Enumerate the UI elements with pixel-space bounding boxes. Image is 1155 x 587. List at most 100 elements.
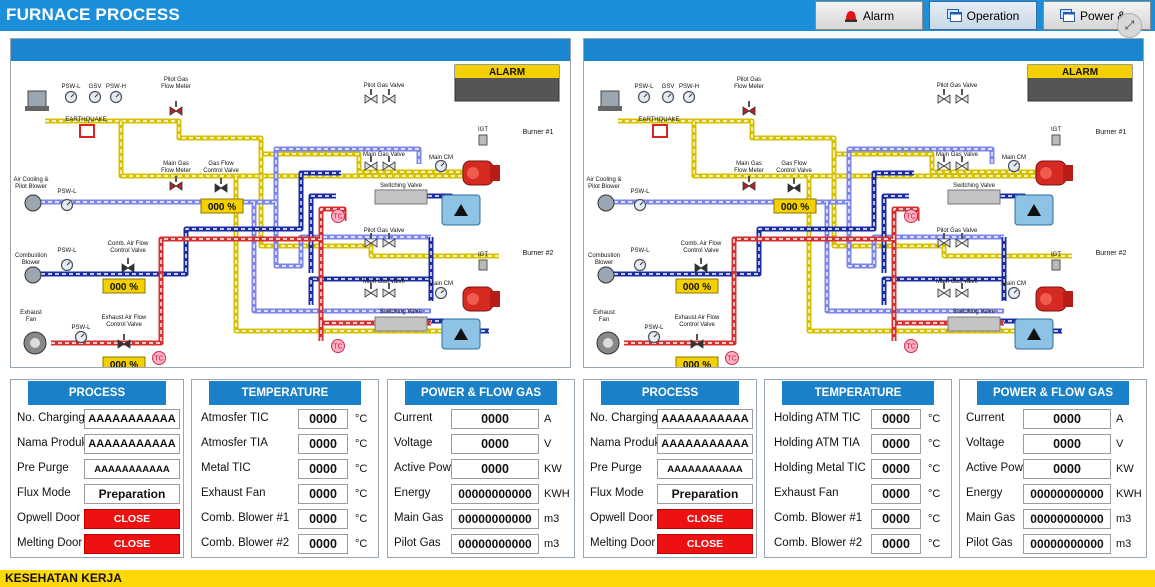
tc-label: TC xyxy=(906,344,915,351)
blower-icon xyxy=(597,266,615,284)
table-row: Holding ATM TIA 0000 °C xyxy=(765,434,953,454)
igniter-icon xyxy=(1051,134,1061,146)
burner-2-label: Burner #2 xyxy=(523,250,554,257)
unit-label: V xyxy=(544,438,552,450)
operation-button-label: Operation xyxy=(966,8,1020,23)
psw-l-label: PSW-L xyxy=(631,248,651,254)
row-label: Main Gas xyxy=(966,512,1016,524)
main-gas-flow-meter-label: Main Gas xyxy=(736,161,762,167)
main-gas-valve-label: Main Gas Valve xyxy=(363,152,406,158)
percent-value: 000 % xyxy=(781,202,809,213)
table-title: PROCESS xyxy=(28,381,166,405)
unit-label: KWH xyxy=(1116,488,1142,500)
combustion-blower-label: Combustion xyxy=(588,253,620,259)
unit-label: °C xyxy=(355,413,368,425)
unit-label: V xyxy=(1116,438,1124,450)
tc-label: TC xyxy=(727,356,736,363)
table-title: PROCESS xyxy=(601,381,739,405)
psw-l-label: PSW-L xyxy=(72,325,92,331)
combustion-pipe xyxy=(614,170,914,277)
row-label: Comb. Blower #2 xyxy=(774,537,863,549)
value-display: 0000 xyxy=(1023,434,1111,454)
value-display: Preparation xyxy=(657,484,753,504)
exhaust-fan-label: Fan xyxy=(599,317,609,323)
alarm-light-icon xyxy=(844,11,857,22)
unit-label: A xyxy=(1116,413,1124,425)
table-row: Voltage 0000 V xyxy=(388,434,576,454)
switching-valve-icon xyxy=(947,316,1001,332)
main-gas-valve-icon xyxy=(382,161,396,171)
unit-label: KWH xyxy=(544,488,570,500)
igt-label: IGT xyxy=(478,252,488,258)
table-row: Current 0000 A xyxy=(388,409,576,429)
switching-valve-icon xyxy=(374,189,428,205)
pilot-gas-valve-label: Pilot Gas Valve xyxy=(364,228,405,234)
pilot-gas-valve-icon xyxy=(382,238,396,248)
table-row: Main Gas 00000000000 m3 xyxy=(960,509,1148,529)
left-temperature-table: TEMPERATURE Atmosfer TIC 0000 °C Atmosfer TI… xyxy=(191,379,379,558)
pilot-gas-valve-icon xyxy=(937,94,951,104)
row-label: Voltage xyxy=(394,437,433,449)
row-label: Comb. Blower #1 xyxy=(201,512,290,524)
earthquake-icon xyxy=(652,124,668,138)
table-row: Flux Mode Preparation xyxy=(584,484,758,504)
switching-valve-label: Switching Valve xyxy=(380,309,423,315)
igt-label: IGT xyxy=(1051,127,1061,133)
row-label: Pilot Gas xyxy=(394,537,441,549)
table-row: Flux Mode Preparation xyxy=(11,484,185,504)
value-display: 0000 xyxy=(298,484,348,504)
table-row: Voltage 0000 V xyxy=(960,434,1148,454)
main-gas-valve-label: Main Gas Valve xyxy=(936,279,979,285)
value-display: 00000000000 xyxy=(451,484,539,504)
value-display: 00000000000 xyxy=(451,534,539,554)
main-cm-label: Main CM xyxy=(429,281,453,287)
components-layer: ALARMPSW-L GSV PSW-HPilot GasFlow MeterMai… xyxy=(13,64,560,367)
value-display: 0000 xyxy=(298,459,348,479)
row-label: Melting Door xyxy=(590,537,656,549)
air-cooling-label: Air Cooling & xyxy=(13,177,48,183)
value-display: 0000 xyxy=(298,434,348,454)
value-display: 0000 xyxy=(298,534,348,554)
control-valve-icon xyxy=(694,263,708,273)
table-row: Pilot Gas 00000000000 m3 xyxy=(388,534,576,554)
unit-label: KW xyxy=(544,463,562,475)
percent-value: 000 % xyxy=(208,202,236,213)
row-label: Opwell Door xyxy=(17,512,81,524)
value-display: 0000 xyxy=(871,534,921,554)
table-row: Holding ATM TIC 0000 °C xyxy=(765,409,953,429)
row-label: Melting Door xyxy=(17,537,83,549)
igniter-icon xyxy=(478,134,488,146)
comb-air-flow-label: Comb. Air Flow xyxy=(108,241,149,247)
value-display: 00000000000 xyxy=(1023,484,1111,504)
gas-flow-control-valve-label: Control Valve xyxy=(203,168,239,174)
app-title: FURNACE PROCESS xyxy=(6,5,180,24)
window-icon xyxy=(946,9,962,22)
table-row: Opwell Door CLOSE xyxy=(584,509,758,529)
expand-icon[interactable]: ⤢ xyxy=(1117,13,1142,38)
unit-label: °C xyxy=(355,438,368,450)
operation-button[interactable]: Operation xyxy=(929,1,1037,30)
comb-air-flow-label: Comb. Air Flow xyxy=(681,241,722,247)
percent-value: 000 % xyxy=(683,360,711,367)
main-gas-valve-icon xyxy=(937,161,951,171)
main-cm-label: Main CM xyxy=(1002,281,1026,287)
alarm-button[interactable]: Alarm xyxy=(815,1,923,30)
left-process-table: PROCESS No. Charging AAAAAAAAAAA Nama Produ… xyxy=(10,379,184,558)
row-label: Opwell Door xyxy=(590,512,654,524)
control-valve-icon xyxy=(214,183,228,193)
blower-icon xyxy=(597,194,615,212)
main-gas-valve-icon xyxy=(955,161,969,171)
main-gas-valve-label: Main Gas Valve xyxy=(936,152,979,158)
table-row: Comb. Blower #2 0000 °C xyxy=(765,534,953,554)
unit-label: m3 xyxy=(1116,538,1132,550)
combustion-blower-label: Blower xyxy=(22,260,40,266)
value-display: 0000 xyxy=(451,434,539,454)
tc-label: TC xyxy=(906,214,915,221)
main-gas-valve-icon xyxy=(364,161,378,171)
door-status-badge: CLOSE xyxy=(84,509,180,529)
percent-value: 000 % xyxy=(110,360,138,367)
row-label: Flux Mode xyxy=(590,487,644,499)
row-label: Atmosfer TIC xyxy=(201,412,269,424)
table-row: Pilot Gas 00000000000 m3 xyxy=(960,534,1148,554)
value-display: AAAAAAAAAAA xyxy=(84,459,180,479)
